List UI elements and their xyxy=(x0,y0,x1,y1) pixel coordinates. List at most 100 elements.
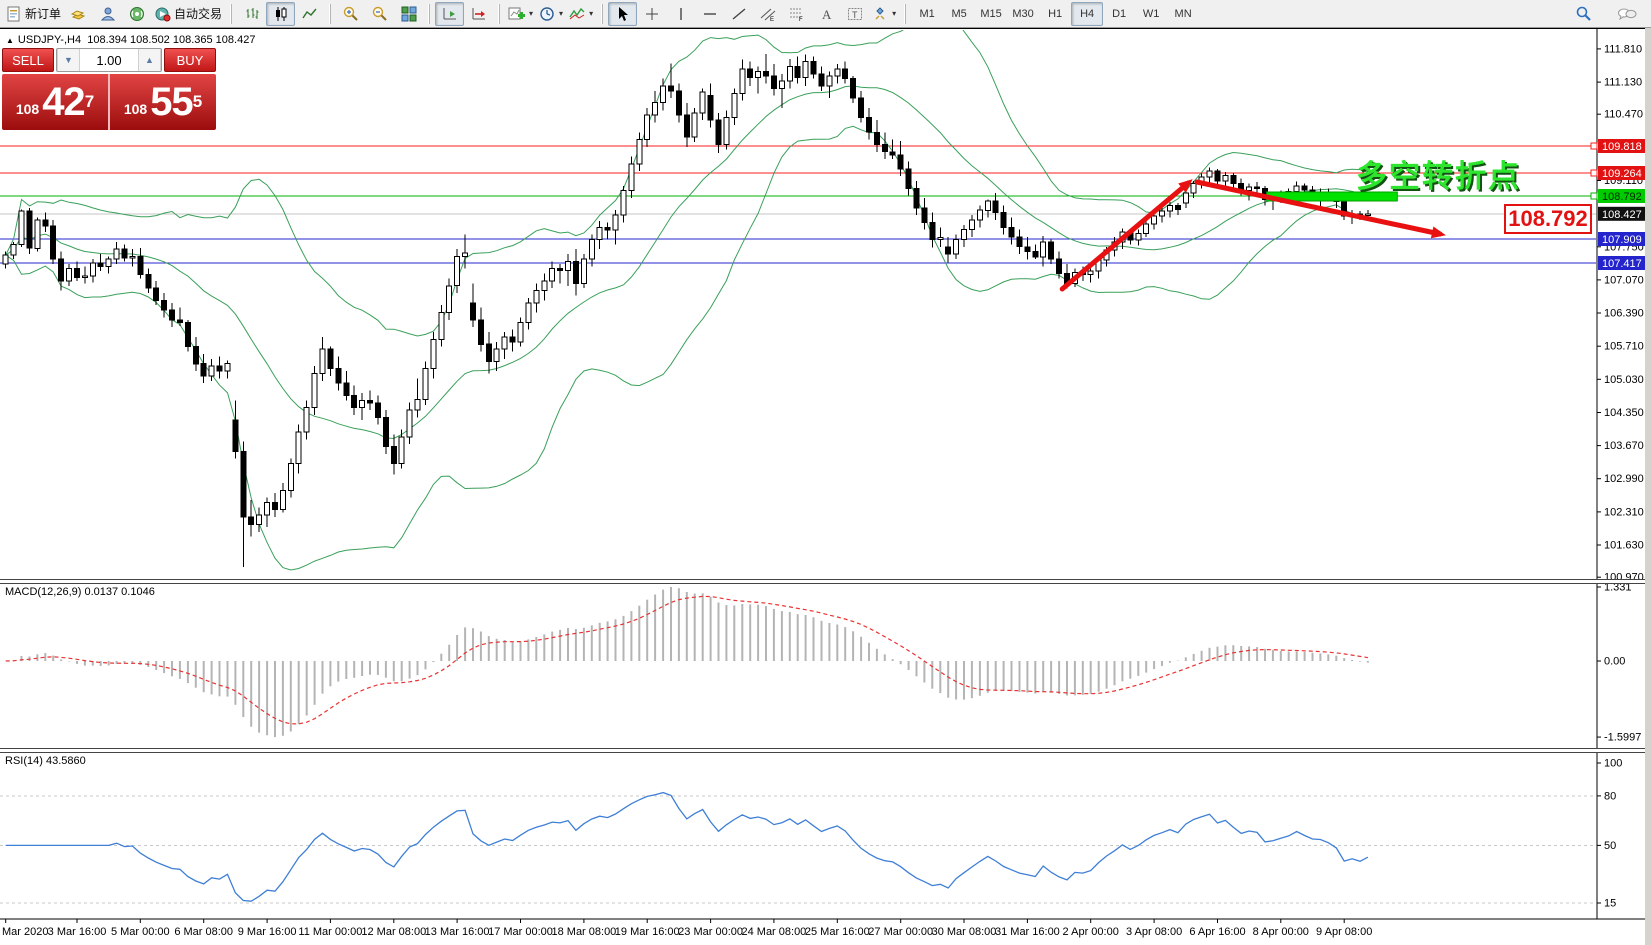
timeframe-label: D1 xyxy=(1112,8,1126,20)
timeframe-w1-button[interactable]: W1 xyxy=(1135,2,1167,26)
toolbar-group-5: EFAT ▾ xyxy=(605,0,902,27)
timeframe-label: H1 xyxy=(1048,8,1062,20)
auto-trading-button[interactable]: 自动交易 xyxy=(151,2,225,26)
horizontal-line-button[interactable] xyxy=(695,2,724,26)
vline-icon xyxy=(675,6,687,22)
timeframe-m5-button[interactable]: M5 xyxy=(943,2,975,26)
macd-tick-label: -1.5997 xyxy=(1604,732,1641,744)
main-macd-splitter[interactable] xyxy=(0,579,1651,584)
candlestick-button[interactable] xyxy=(266,2,295,26)
price-tick-label: 111.810 xyxy=(1604,43,1642,55)
timeframe-d1-button[interactable]: D1 xyxy=(1103,2,1135,26)
search-button[interactable] xyxy=(1569,2,1598,26)
tile-windows-button[interactable] xyxy=(394,2,423,26)
price-tick-label: 102.990 xyxy=(1604,473,1644,485)
toolbar-separator xyxy=(601,4,603,24)
timeframe-h4-button[interactable]: H4 xyxy=(1071,2,1103,26)
time-axis[interactable]: Mar 20203 Mar 16:005 Mar 00:006 Mar 08:0… xyxy=(2,919,1372,938)
chart-window: 111.810111.130110.470109.110107.750107.0… xyxy=(0,28,1651,945)
timeframe-m30-button[interactable]: M30 xyxy=(1007,2,1039,26)
deposit-button[interactable] xyxy=(64,2,93,26)
macd-tick-label: 0.00 xyxy=(1604,656,1625,668)
signal-icon xyxy=(129,6,145,22)
price-badge-label: 109.818 xyxy=(1602,141,1642,153)
timeframe-group: M1 M5 M15M30 H1 H4 D1 W1 MN xyxy=(908,0,1202,27)
cursor-icon xyxy=(616,6,630,22)
timeframe-m15-button[interactable]: M15 xyxy=(975,2,1007,26)
chart-shift-button[interactable] xyxy=(435,2,464,26)
price-level-callout[interactable]: 108.792 xyxy=(1504,204,1592,234)
text-label-button[interactable]: T xyxy=(840,2,869,26)
market-button[interactable] xyxy=(122,2,151,26)
dropdown-arrow-icon[interactable]: ▾ xyxy=(559,9,563,18)
sell-button[interactable]: SELL xyxy=(2,48,54,72)
chat-button[interactable] xyxy=(1612,2,1641,26)
crosshair-button[interactable] xyxy=(637,2,666,26)
indicators-icon xyxy=(569,6,585,22)
new-order-button-label: 新订单 xyxy=(25,5,61,22)
timeframe-mn-button[interactable]: MN xyxy=(1167,2,1199,26)
user-icon xyxy=(100,6,116,22)
price-axis[interactable]: 111.810111.130110.470109.110107.750107.0… xyxy=(1591,29,1648,919)
time-tick-label: 9 Apr 08:00 xyxy=(1316,926,1372,938)
rsi-tick-label: 80 xyxy=(1604,790,1616,802)
trendline-icon xyxy=(731,6,747,22)
line-chart-button[interactable] xyxy=(295,2,324,26)
timeframe-label: M1 xyxy=(919,8,934,20)
chat-icon xyxy=(1617,6,1637,22)
template-button[interactable]: ▾ xyxy=(566,2,596,26)
tiles-icon xyxy=(401,6,417,22)
time-tick-label: 5 Mar 00:00 xyxy=(111,926,170,938)
timeframe-m1-button[interactable]: M1 xyxy=(911,2,943,26)
buy-price[interactable]: 108 55 5 xyxy=(110,74,216,130)
buy-button[interactable]: BUY xyxy=(164,48,216,72)
svg-text:A: A xyxy=(822,7,832,22)
dropdown-arrow-icon[interactable]: ▾ xyxy=(529,9,533,18)
volume-increase-icon[interactable]: ▲ xyxy=(138,49,161,71)
time-tick-label: 23 Mar 00:00 xyxy=(678,926,743,938)
fibonacci-button[interactable]: F xyxy=(782,2,811,26)
volume-decrease-icon[interactable]: ▼ xyxy=(57,49,80,71)
zoom-out-button[interactable] xyxy=(365,2,394,26)
macd-rsi-splitter[interactable] xyxy=(0,748,1651,753)
macd-indicator-label: MACD(12,26,9) 0.0137 0.1046 xyxy=(5,586,155,598)
time-tick-label: 24 Mar 08:00 xyxy=(741,926,806,938)
new-chart-button[interactable]: ▾ xyxy=(505,2,536,26)
timeframe-label: MN xyxy=(1175,8,1192,20)
price-tick-label: 101.630 xyxy=(1604,540,1644,552)
mt4-terminal: 新订单 自动交易 ▾ ▾ ▾ EFAT ▾ M1 M5 M15M30 H1 H4 D1 W1 MN 111.… xyxy=(0,0,1651,945)
auto-scroll-button[interactable] xyxy=(464,2,493,26)
time-tick-label: 17 Mar 00:00 xyxy=(488,926,553,938)
text-button[interactable]: A xyxy=(811,2,840,26)
periods-button[interactable]: ▾ xyxy=(536,2,566,26)
buy-price-prefix: 108 xyxy=(124,101,147,117)
zoom-in-button[interactable] xyxy=(336,2,365,26)
dropdown-arrow-icon[interactable]: ▾ xyxy=(892,9,896,18)
dropdown-arrow-icon[interactable]: ▾ xyxy=(589,9,593,18)
auto-trading-button-label: 自动交易 xyxy=(174,5,222,22)
bar-chart-button[interactable] xyxy=(237,2,266,26)
toolbar-separator xyxy=(904,4,906,24)
profile-button[interactable] xyxy=(93,2,122,26)
vertical-line-button[interactable] xyxy=(666,2,695,26)
trendline-button[interactable] xyxy=(724,2,753,26)
toolbar-group-2 xyxy=(333,0,426,27)
zoom-in-icon xyxy=(342,5,359,22)
one-click-trading-panel: SELL ▼ 1.00 ▲ BUY 108 42 7 108 55 5 xyxy=(2,48,216,130)
sell-price[interactable]: 108 42 7 xyxy=(2,74,110,130)
shapes-button[interactable]: ▾ xyxy=(869,2,899,26)
chart-title-symbol: USDJPY-,H4 xyxy=(18,34,81,46)
text-label-icon: T xyxy=(847,6,863,22)
search-icon xyxy=(1575,5,1592,22)
equidistant-channel-button[interactable]: E xyxy=(753,2,782,26)
volume-value[interactable]: 1.00 xyxy=(80,49,138,71)
timeframe-label: W1 xyxy=(1143,8,1160,20)
cursor-button[interactable] xyxy=(608,2,637,26)
timeframe-h1-button[interactable]: H1 xyxy=(1039,2,1071,26)
toolbar-separator xyxy=(428,4,430,24)
timeframe-label: M5 xyxy=(951,8,966,20)
price-badge-label: 108.792 xyxy=(1602,191,1642,203)
bull-bear-turning-point-annotation[interactable]: 多空转折点 xyxy=(1356,151,1521,196)
price-tick-label: 111.130 xyxy=(1604,77,1642,89)
new-order-button[interactable]: 新订单 xyxy=(3,2,64,26)
